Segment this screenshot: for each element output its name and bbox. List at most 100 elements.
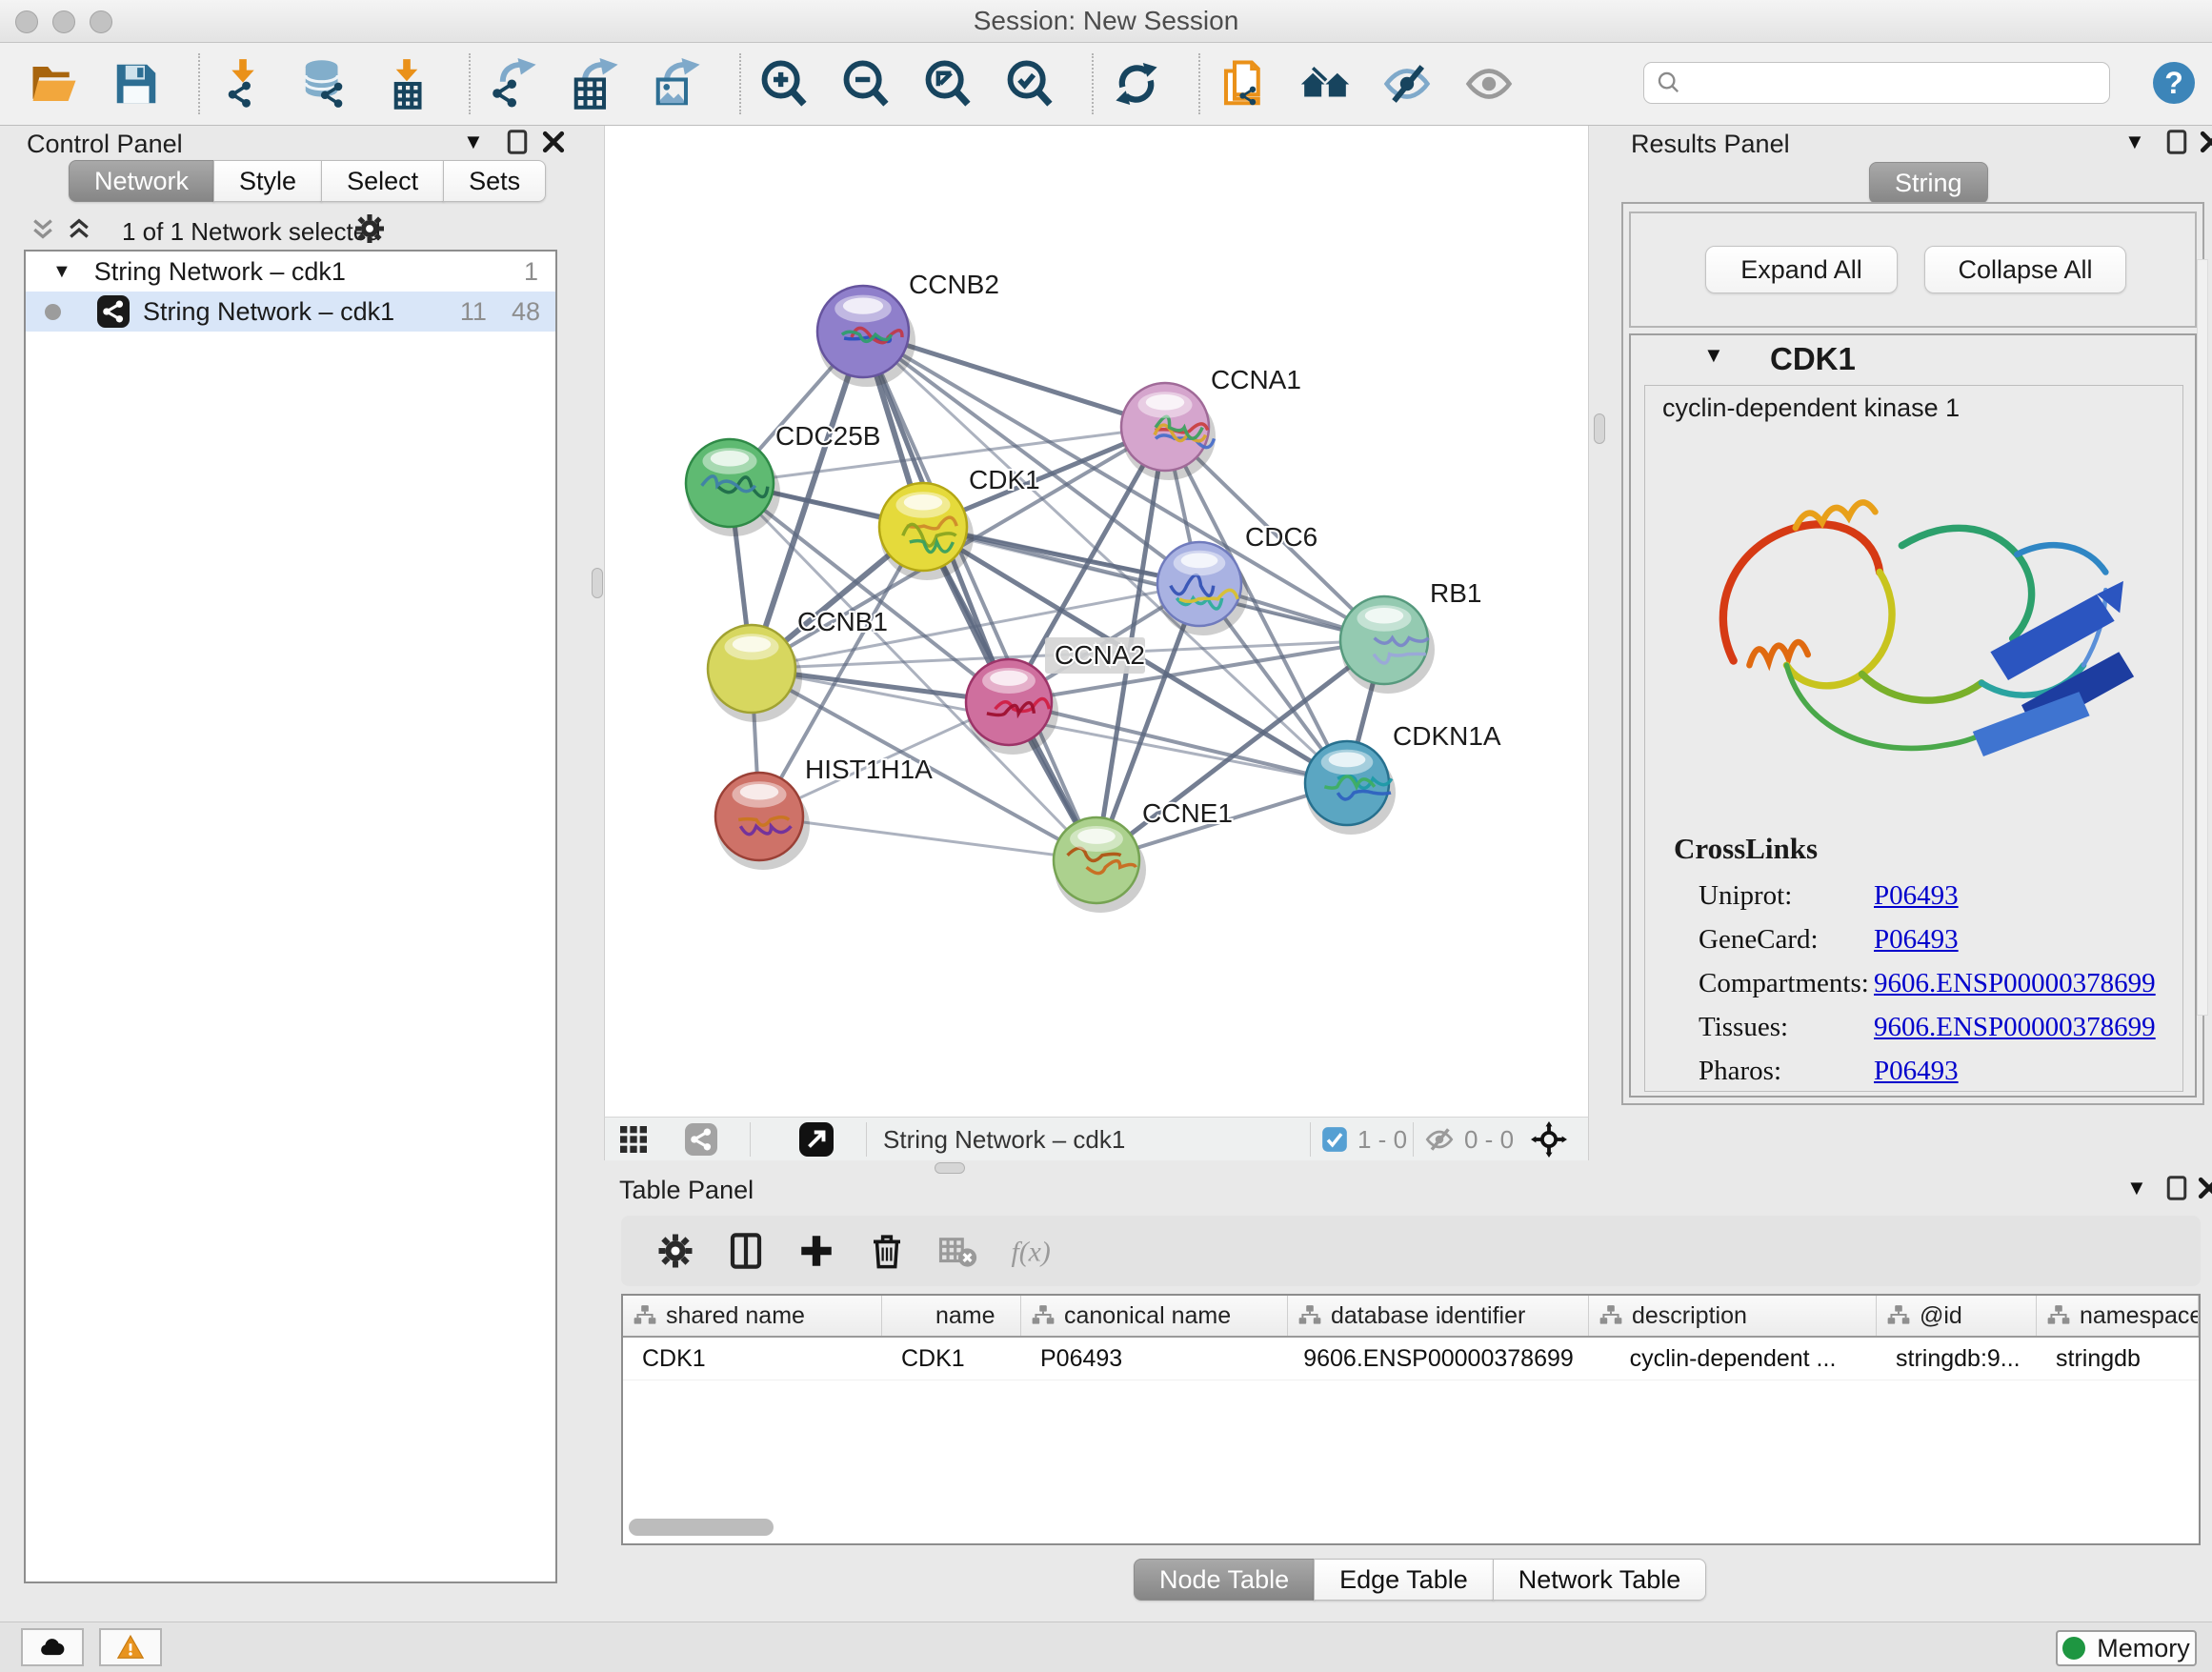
table-cell[interactable]: P06493	[1021, 1345, 1288, 1373]
grid-view-icon[interactable]	[618, 1124, 649, 1155]
help-button[interactable]: ?	[2151, 60, 2197, 106]
cloud-status-button[interactable]	[21, 1628, 84, 1666]
table-panel-menu-icon[interactable]: ▼	[2126, 1176, 2147, 1200]
tree-expander-icon[interactable]: ▼	[52, 261, 71, 283]
export-table-button[interactable]	[570, 58, 621, 110]
crosslink-value-link[interactable]: P06493	[1874, 880, 1959, 912]
table-cell[interactable]: CDK1	[882, 1345, 1021, 1373]
table-cell[interactable]: stringdb:9...	[1877, 1345, 2037, 1373]
column-header-description[interactable]: description	[1589, 1296, 1877, 1336]
node-CDKN1A[interactable]	[1305, 741, 1396, 835]
memory-button[interactable]: Memory	[2056, 1630, 2197, 1666]
crosslink-value-link[interactable]: 9606.ENSP00000378699	[1874, 1012, 2156, 1043]
right-splitter-handle[interactable]	[1594, 413, 1605, 444]
import-table-file-button[interactable]	[381, 58, 432, 110]
collapse-all-button[interactable]: Collapse All	[1924, 246, 2126, 293]
horizontal-splitter-handle[interactable]	[935, 1162, 965, 1174]
float-panel-icon[interactable]	[2162, 128, 2191, 156]
control-panel-menu-icon[interactable]: ▼	[463, 130, 484, 154]
float-panel-icon[interactable]	[503, 128, 532, 156]
column-header-database-identifier[interactable]: database identifier	[1288, 1296, 1589, 1336]
export-network-button[interactable]	[488, 58, 539, 110]
close-panel-icon[interactable]	[2195, 1174, 2212, 1202]
zoom-in-button[interactable]	[758, 58, 810, 110]
table-cell[interactable]: stringdb	[2037, 1345, 2199, 1373]
tab-string[interactable]: String	[1869, 162, 1988, 204]
open-in-new-window-icon[interactable]	[799, 1122, 834, 1157]
show-columns-icon[interactable]	[726, 1231, 766, 1271]
tab-edge-table[interactable]: Edge Table	[1314, 1559, 1494, 1601]
results-panel-menu-icon[interactable]: ▼	[2124, 130, 2145, 154]
save-session-button[interactable]	[111, 58, 162, 110]
refresh-view-button[interactable]	[1111, 58, 1162, 110]
search-box[interactable]	[1643, 62, 2110, 104]
column-header-name[interactable]: name	[882, 1296, 1021, 1336]
column-header-namespace[interactable]: namespace	[2037, 1296, 2199, 1336]
function-builder-fx-icon[interactable]: f(x)	[1008, 1231, 1075, 1271]
table-cell[interactable]: cyclin-dependent ...	[1589, 1345, 1877, 1373]
crosslink-value-link[interactable]: P06493	[1874, 1056, 1959, 1087]
tab-network-table[interactable]: Network Table	[1493, 1559, 1707, 1601]
column-header-shared-name[interactable]: shared name	[623, 1296, 882, 1336]
expand-all-button[interactable]: Expand All	[1705, 246, 1898, 293]
crosslink-value-link[interactable]: P06493	[1874, 924, 1959, 956]
node-RB1[interactable]	[1340, 596, 1435, 694]
left-splitter-handle[interactable]	[592, 568, 603, 598]
delete-table-icon[interactable]	[937, 1231, 977, 1271]
tab-style[interactable]: Style	[213, 160, 322, 202]
hide-selection-button[interactable]	[1381, 58, 1433, 110]
share-network-gray-icon[interactable]	[685, 1123, 717, 1156]
node-CCNA2[interactable]	[966, 659, 1058, 755]
crosslink-value-link[interactable]: 9606.ENSP00000378699	[1874, 968, 2156, 999]
zoom-fit-button[interactable]	[922, 58, 974, 110]
close-panel-icon[interactable]	[539, 128, 568, 156]
column-header-canonical-name[interactable]: canonical name	[1021, 1296, 1288, 1336]
node-CDC25B[interactable]	[686, 439, 780, 536]
open-file-button[interactable]	[29, 58, 80, 110]
table-horizontal-scrollbar[interactable]	[629, 1519, 774, 1536]
column-header--id[interactable]: @id	[1877, 1296, 2037, 1336]
delete-column-trash-icon[interactable]	[867, 1231, 907, 1271]
edge-HIST1H1A-CCNE1[interactable]	[759, 816, 1096, 860]
annotations-button[interactable]	[1217, 58, 1269, 110]
close-panel-icon[interactable]	[2197, 128, 2212, 156]
node-CCNA1[interactable]	[1121, 383, 1216, 480]
tab-select[interactable]: Select	[321, 160, 444, 202]
show-selection-button[interactable]	[1463, 58, 1515, 110]
zoom-out-button[interactable]	[840, 58, 892, 110]
window-minimize-button[interactable]	[52, 10, 75, 33]
network-options-gear-icon[interactable]	[352, 212, 387, 246]
network-row-selected[interactable]: String Network – cdk1 11 48	[26, 292, 555, 332]
expand-all-chevron-icon[interactable]	[65, 215, 93, 244]
search-input[interactable]	[1690, 69, 2109, 98]
export-image-button[interactable]	[652, 58, 703, 110]
node-HIST1H1A[interactable]	[715, 773, 810, 870]
table-row[interactable]: CDK1CDK1P064939606.ENSP00000378699cyclin…	[623, 1338, 2199, 1380]
node-CDC6[interactable]	[1157, 542, 1248, 635]
results-scrollbar-track[interactable]	[2197, 259, 2208, 1016]
node-section-expander-icon[interactable]: ▼	[1703, 343, 1724, 368]
table-cell[interactable]: 9606.ENSP00000378699	[1288, 1345, 1589, 1373]
tab-sets[interactable]: Sets	[443, 160, 546, 202]
create-column-plus-icon[interactable]	[796, 1231, 836, 1271]
collapse-all-chevron-icon[interactable]	[29, 215, 57, 244]
node-CCNB2[interactable]	[817, 286, 915, 387]
node-attribute-table[interactable]: shared namenamecanonical namedatabase id…	[621, 1294, 2201, 1545]
zoom-selected-button[interactable]	[1004, 58, 1056, 110]
window-zoom-button[interactable]	[90, 10, 112, 33]
selected-checkbox-icon[interactable]	[1321, 1126, 1348, 1153]
warnings-button[interactable]	[99, 1628, 162, 1666]
table-cell[interactable]: CDK1	[623, 1345, 882, 1373]
birdseye-views-button[interactable]	[1299, 58, 1351, 110]
tab-network[interactable]: Network	[69, 160, 214, 202]
fit-selected-crosshair-icon[interactable]	[1531, 1121, 1567, 1158]
hidden-eye-icon[interactable]	[1424, 1124, 1455, 1155]
window-close-button[interactable]	[15, 10, 38, 33]
tab-node-table[interactable]: Node Table	[1134, 1559, 1315, 1601]
float-panel-icon[interactable]	[2162, 1174, 2191, 1202]
import-network-database-button[interactable]	[299, 58, 351, 110]
network-view-canvas[interactable]: CCNB2CCNA1CDC25BCDK1CDC6RB1CCNB1CCNA2CDK…	[604, 126, 1589, 1117]
table-options-gear-icon[interactable]	[655, 1231, 695, 1271]
network-collection-row[interactable]: ▼ String Network – cdk1 1	[26, 252, 555, 292]
node-CDK1[interactable]	[879, 483, 974, 580]
